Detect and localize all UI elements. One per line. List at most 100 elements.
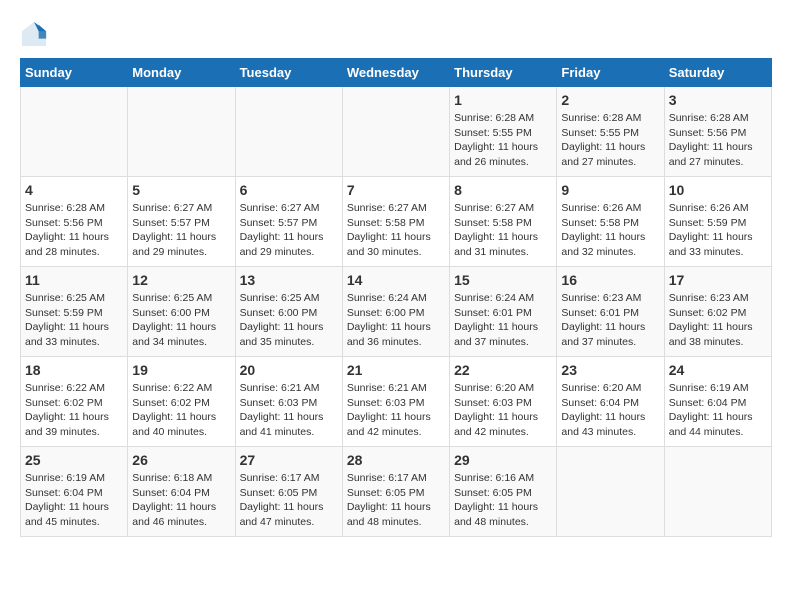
calendar-cell [557,447,664,537]
calendar-cell [664,447,771,537]
calendar-cell: 6Sunrise: 6:27 AM Sunset: 5:57 PM Daylig… [235,177,342,267]
day-info: Sunrise: 6:21 AM Sunset: 6:03 PM Dayligh… [347,381,445,440]
header-cell-sunday: Sunday [21,59,128,87]
day-info: Sunrise: 6:24 AM Sunset: 6:00 PM Dayligh… [347,291,445,350]
day-number: 2 [561,92,659,108]
day-info: Sunrise: 6:27 AM Sunset: 5:58 PM Dayligh… [454,201,552,260]
day-info: Sunrise: 6:25 AM Sunset: 5:59 PM Dayligh… [25,291,123,350]
calendar-week-4: 18 Sunrise: 6:22 AM Sunset: 6:02 PM Dayli… [21,357,772,447]
calendar-cell [21,87,128,177]
day-number: 18 [25,362,123,378]
day-info: Sunrise: 6:25 AM Sunset: 6:00 PM Dayligh… [132,291,230,350]
day-number: 14 [347,272,445,288]
header-cell-thursday: Thursday [450,59,557,87]
day-number: 29 [454,452,552,468]
day-number: 19 [132,362,230,378]
day-info: Sunrise: 6:25 AM Sunset: 6:00 PM Dayligh… [240,291,338,350]
day-number: 15 [454,272,552,288]
calendar-cell: 2 Sunrise: 6:28 AM Sunset: 5:55 PM Daylig… [557,87,664,177]
calendar-cell: 24 Sunrise: 6:19 AM Sunset: 6:04 PM Dayli… [664,357,771,447]
calendar-cell: 21 Sunrise: 6:21 AM Sunset: 6:03 PM Dayli… [342,357,449,447]
calendar-cell: 22 Sunrise: 6:20 AM Sunset: 6:03 PM Dayli… [450,357,557,447]
calendar-cell: 19 Sunrise: 6:22 AM Sunset: 6:02 PM Dayli… [128,357,235,447]
calendar-cell [128,87,235,177]
header-cell-wednesday: Wednesday [342,59,449,87]
day-number: 17 [669,272,767,288]
day-number: 22 [454,362,552,378]
day-info: Sunrise: 6:28 AM Sunset: 5:56 PM Dayligh… [669,111,767,170]
header-row: SundayMondayTuesdayWednesdayThursdayFrid… [21,59,772,87]
day-info: Sunrise: 6:17 AM Sunset: 6:05 PM Dayligh… [347,471,445,530]
calendar-cell: 23 Sunrise: 6:20 AM Sunset: 6:04 PM Dayli… [557,357,664,447]
calendar-cell: 16Sunrise: 6:23 AM Sunset: 6:01 PM Dayli… [557,267,664,357]
calendar-week-3: 11 Sunrise: 6:25 AM Sunset: 5:59 PM Dayli… [21,267,772,357]
calendar-header: SundayMondayTuesdayWednesdayThursdayFrid… [21,59,772,87]
day-info: Sunrise: 6:19 AM Sunset: 6:04 PM Dayligh… [669,381,767,440]
logo-icon [20,20,48,48]
calendar-cell: 10 Sunrise: 6:26 AM Sunset: 5:59 PM Dayli… [664,177,771,267]
day-number: 5 [132,182,230,198]
day-number: 23 [561,362,659,378]
day-number: 7 [347,182,445,198]
calendar-cell: 27 Sunrise: 6:17 AM Sunset: 6:05 PM Dayli… [235,447,342,537]
day-number: 9 [561,182,659,198]
day-info: Sunrise: 6:27 AM Sunset: 5:58 PM Dayligh… [347,201,445,260]
calendar-cell [342,87,449,177]
day-number: 4 [25,182,123,198]
calendar-body: 1 Sunrise: 6:28 AM Sunset: 5:55 PM Daylig… [21,87,772,537]
calendar-cell: 8 Sunrise: 6:27 AM Sunset: 5:58 PM Daylig… [450,177,557,267]
day-info: Sunrise: 6:17 AM Sunset: 6:05 PM Dayligh… [240,471,338,530]
day-info: Sunrise: 6:20 AM Sunset: 6:03 PM Dayligh… [454,381,552,440]
calendar-cell [235,87,342,177]
day-info: Sunrise: 6:28 AM Sunset: 5:55 PM Dayligh… [561,111,659,170]
day-number: 8 [454,182,552,198]
calendar-week-1: 1 Sunrise: 6:28 AM Sunset: 5:55 PM Daylig… [21,87,772,177]
day-info: Sunrise: 6:23 AM Sunset: 6:01 PM Dayligh… [561,291,659,350]
day-number: 12 [132,272,230,288]
day-info: Sunrise: 6:19 AM Sunset: 6:04 PM Dayligh… [25,471,123,530]
day-number: 10 [669,182,767,198]
day-number: 1 [454,92,552,108]
day-info: Sunrise: 6:16 AM Sunset: 6:05 PM Dayligh… [454,471,552,530]
day-number: 11 [25,272,123,288]
header-cell-monday: Monday [128,59,235,87]
day-info: Sunrise: 6:24 AM Sunset: 6:01 PM Dayligh… [454,291,552,350]
calendar-cell: 20Sunrise: 6:21 AM Sunset: 6:03 PM Dayli… [235,357,342,447]
day-info: Sunrise: 6:18 AM Sunset: 6:04 PM Dayligh… [132,471,230,530]
header [20,20,772,48]
calendar-cell: 14 Sunrise: 6:24 AM Sunset: 6:00 PM Dayli… [342,267,449,357]
calendar-cell: 29 Sunrise: 6:16 AM Sunset: 6:05 PM Dayli… [450,447,557,537]
calendar-cell: 4 Sunrise: 6:28 AM Sunset: 5:56 PM Daylig… [21,177,128,267]
day-number: 3 [669,92,767,108]
calendar-cell: 11 Sunrise: 6:25 AM Sunset: 5:59 PM Dayli… [21,267,128,357]
day-number: 26 [132,452,230,468]
calendar-cell: 28 Sunrise: 6:17 AM Sunset: 6:05 PM Dayli… [342,447,449,537]
day-number: 24 [669,362,767,378]
calendar-cell: 13 Sunrise: 6:25 AM Sunset: 6:00 PM Dayli… [235,267,342,357]
day-info: Sunrise: 6:28 AM Sunset: 5:55 PM Dayligh… [454,111,552,170]
calendar-week-2: 4 Sunrise: 6:28 AM Sunset: 5:56 PM Daylig… [21,177,772,267]
calendar-cell: 17 Sunrise: 6:23 AM Sunset: 6:02 PM Dayli… [664,267,771,357]
day-info: Sunrise: 6:20 AM Sunset: 6:04 PM Dayligh… [561,381,659,440]
day-info: Sunrise: 6:22 AM Sunset: 6:02 PM Dayligh… [25,381,123,440]
calendar-cell: 25Sunrise: 6:19 AM Sunset: 6:04 PM Dayli… [21,447,128,537]
day-number: 27 [240,452,338,468]
day-number: 13 [240,272,338,288]
calendar-week-5: 25Sunrise: 6:19 AM Sunset: 6:04 PM Dayli… [21,447,772,537]
day-info: Sunrise: 6:21 AM Sunset: 6:03 PM Dayligh… [240,381,338,440]
day-number: 28 [347,452,445,468]
day-info: Sunrise: 6:22 AM Sunset: 6:02 PM Dayligh… [132,381,230,440]
day-info: Sunrise: 6:23 AM Sunset: 6:02 PM Dayligh… [669,291,767,350]
day-info: Sunrise: 6:26 AM Sunset: 5:59 PM Dayligh… [669,201,767,260]
calendar-table: SundayMondayTuesdayWednesdayThursdayFrid… [20,58,772,537]
calendar-cell: 7 Sunrise: 6:27 AM Sunset: 5:58 PM Daylig… [342,177,449,267]
calendar-cell: 26 Sunrise: 6:18 AM Sunset: 6:04 PM Dayli… [128,447,235,537]
day-info: Sunrise: 6:28 AM Sunset: 5:56 PM Dayligh… [25,201,123,260]
calendar-cell: 1 Sunrise: 6:28 AM Sunset: 5:55 PM Daylig… [450,87,557,177]
calendar-cell: 18 Sunrise: 6:22 AM Sunset: 6:02 PM Dayli… [21,357,128,447]
header-cell-tuesday: Tuesday [235,59,342,87]
day-info: Sunrise: 6:27 AM Sunset: 5:57 PM Dayligh… [240,201,338,260]
logo [20,20,52,48]
calendar-cell: 5Sunrise: 6:27 AM Sunset: 5:57 PM Daylig… [128,177,235,267]
day-number: 21 [347,362,445,378]
